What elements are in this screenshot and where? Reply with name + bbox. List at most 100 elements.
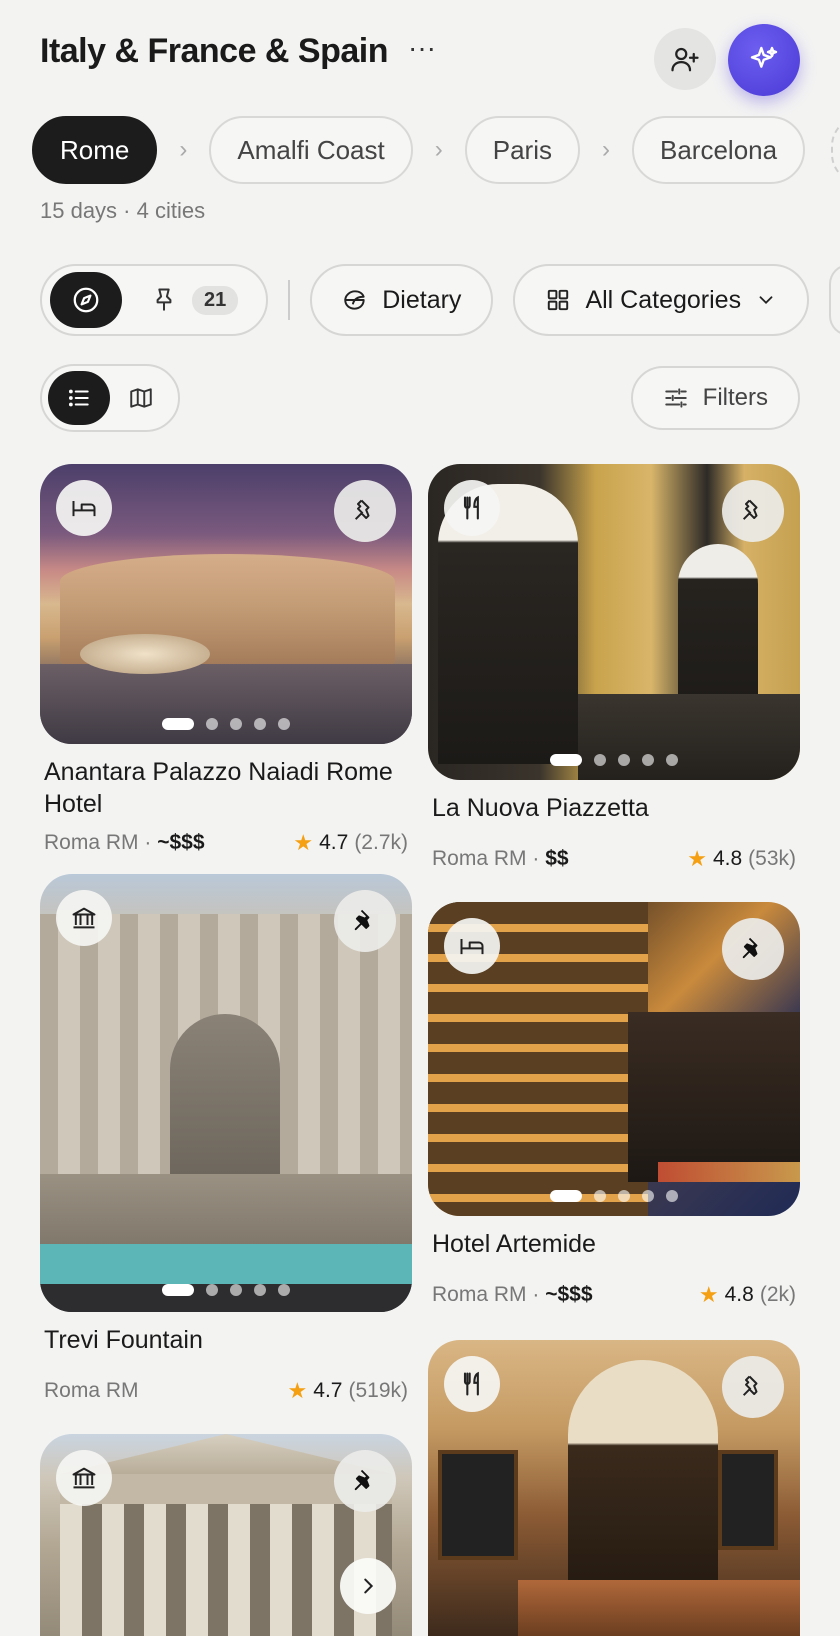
next-photo-button[interactable] <box>340 1558 396 1614</box>
pin-icon <box>742 1375 758 1396</box>
pin-button[interactable] <box>722 480 784 542</box>
top-header: Italy & France & Spain ··· <box>40 24 800 96</box>
header-actions <box>654 24 800 96</box>
pagination-dot <box>642 1190 654 1202</box>
pinned-tab[interactable]: 21 <box>122 285 258 315</box>
fork-knife-icon <box>463 495 479 520</box>
fountain-shape <box>80 634 210 674</box>
dietary-icon <box>344 290 365 310</box>
place-location: Roma RM · ~$$$ <box>432 1283 593 1306</box>
pin-button[interactable] <box>334 890 396 952</box>
place-card[interactable]: Trevi Fountain Roma RM ★ 4.7 (519k) <box>40 874 412 1404</box>
fork-knife-icon <box>463 1371 479 1396</box>
divider <box>288 280 291 320</box>
trip-title-group: Italy & France & Spain ··· <box>40 32 436 71</box>
photo-pagination[interactable] <box>428 754 800 766</box>
filters-button[interactable]: Filters <box>630 366 800 430</box>
dietary-filter-button[interactable]: Dietary <box>310 264 494 336</box>
bed-icon <box>72 501 96 517</box>
pagination-dot <box>666 754 678 766</box>
rocks-shape <box>40 1174 412 1254</box>
sparkles-icon <box>750 46 778 68</box>
trip-title[interactable]: Italy & France & Spain <box>40 32 389 71</box>
city-tab-paris[interactable]: Paris <box>464 116 580 184</box>
place-photo[interactable] <box>428 464 800 780</box>
city-tabs: Rome › Amalfi Coast › Paris › Barcelona <box>32 116 840 184</box>
pagination-dot <box>278 1284 290 1296</box>
more-filters-chip[interactable] <box>829 264 840 336</box>
pin-button[interactable] <box>334 480 396 542</box>
pin-filled-icon <box>354 909 370 931</box>
museum-icon <box>72 1467 96 1489</box>
trip-summary: 15 days · 4 cities <box>40 198 206 223</box>
list-view-button[interactable] <box>48 371 110 425</box>
place-meta: Roma RM · $$ ★ 4.8 (53k) <box>432 846 796 872</box>
categories-dropdown-label: All Categories <box>585 285 742 314</box>
photo-pagination[interactable] <box>40 1284 412 1296</box>
place-rating: ★ 4.7 (519k) <box>287 1378 408 1403</box>
columns-shape <box>60 1504 392 1636</box>
place-photo[interactable] <box>40 874 412 1312</box>
star-icon: ★ <box>698 1282 719 1307</box>
view-toggle <box>40 364 180 432</box>
more-options-button[interactable]: ··· <box>408 33 436 62</box>
dietary-filter-label: Dietary <box>382 285 462 314</box>
pagination-dot <box>278 718 290 730</box>
city-tab-amalfi-coast[interactable]: Amalfi Coast <box>209 116 413 184</box>
category-badge <box>444 1356 500 1412</box>
place-photo[interactable] <box>40 464 412 744</box>
place-name: Trevi Fountain <box>44 1326 203 1354</box>
explore-pinned-toggle: 21 <box>40 264 269 336</box>
place-card[interactable]: Hotel Artemide Roma RM · ~$$$ ★ 4.8 (2k) <box>428 902 800 1308</box>
filter-row: 21 Dietary All Categories <box>40 264 840 336</box>
sliders-icon <box>664 388 687 408</box>
place-meta: Roma RM · ~$$$ ★ 4.7 (2.7k) <box>44 830 408 856</box>
pagination-dot <box>254 1284 266 1296</box>
menu-board-shape <box>718 1450 778 1550</box>
pagination-dot <box>666 1190 678 1202</box>
chevron-right-icon: › <box>179 136 188 163</box>
pagination-dot <box>230 1284 242 1296</box>
pin-button[interactable] <box>334 1450 396 1512</box>
chevron-right-icon <box>364 1578 374 1594</box>
photo-pagination[interactable] <box>40 718 412 730</box>
pin-icon <box>742 499 758 520</box>
add-city-chip[interactable] <box>831 116 840 184</box>
place-photo[interactable] <box>428 902 800 1216</box>
place-meta: Roma RM · ~$$$ ★ 4.8 (2k) <box>432 1282 796 1308</box>
map-view-button[interactable] <box>110 371 172 425</box>
add-traveler-button[interactable] <box>654 28 716 90</box>
pagination-dot <box>594 754 606 766</box>
place-card[interactable] <box>428 1340 800 1636</box>
place-name: Anantara Palazzo Naiadi Rome Hotel <box>44 758 393 818</box>
pin-button[interactable] <box>722 918 784 980</box>
pagination-dot <box>618 1190 630 1202</box>
place-location: Roma RM <box>44 1379 139 1402</box>
category-badge <box>444 480 500 536</box>
pin-button[interactable] <box>722 1356 784 1418</box>
place-card[interactable]: Anantara Palazzo Naiadi Rome Hotel Roma … <box>40 464 412 856</box>
city-tab-rome[interactable]: Rome <box>32 116 158 184</box>
place-rating: ★ 4.8 (53k) <box>687 846 796 871</box>
place-rating: ★ 4.7 (2.7k) <box>293 830 408 855</box>
explore-tab[interactable] <box>50 272 122 328</box>
place-photo[interactable] <box>40 1434 412 1636</box>
star-icon: ★ <box>287 1378 308 1403</box>
category-badge <box>56 1450 112 1506</box>
grid-icon <box>548 289 569 311</box>
categories-dropdown[interactable]: All Categories <box>513 264 810 336</box>
place-card[interactable] <box>40 1434 412 1636</box>
pin-icon <box>156 288 172 311</box>
pagination-dot <box>642 754 654 766</box>
ai-assistant-button[interactable] <box>728 24 800 96</box>
star-icon: ★ <box>293 830 314 855</box>
photo-pagination[interactable] <box>428 1190 800 1202</box>
place-card[interactable]: La Nuova Piazzetta Roma RM · $$ ★ 4.8 (53k… <box>428 464 800 872</box>
city-tab-barcelona[interactable]: Barcelona <box>632 116 806 184</box>
place-price: ~$$$ <box>157 831 205 854</box>
place-photo[interactable] <box>428 1340 800 1636</box>
menu-board-shape <box>438 1450 518 1560</box>
star-icon: ★ <box>687 846 707 871</box>
pagination-dot <box>254 718 266 730</box>
chevron-down-icon <box>759 296 773 305</box>
